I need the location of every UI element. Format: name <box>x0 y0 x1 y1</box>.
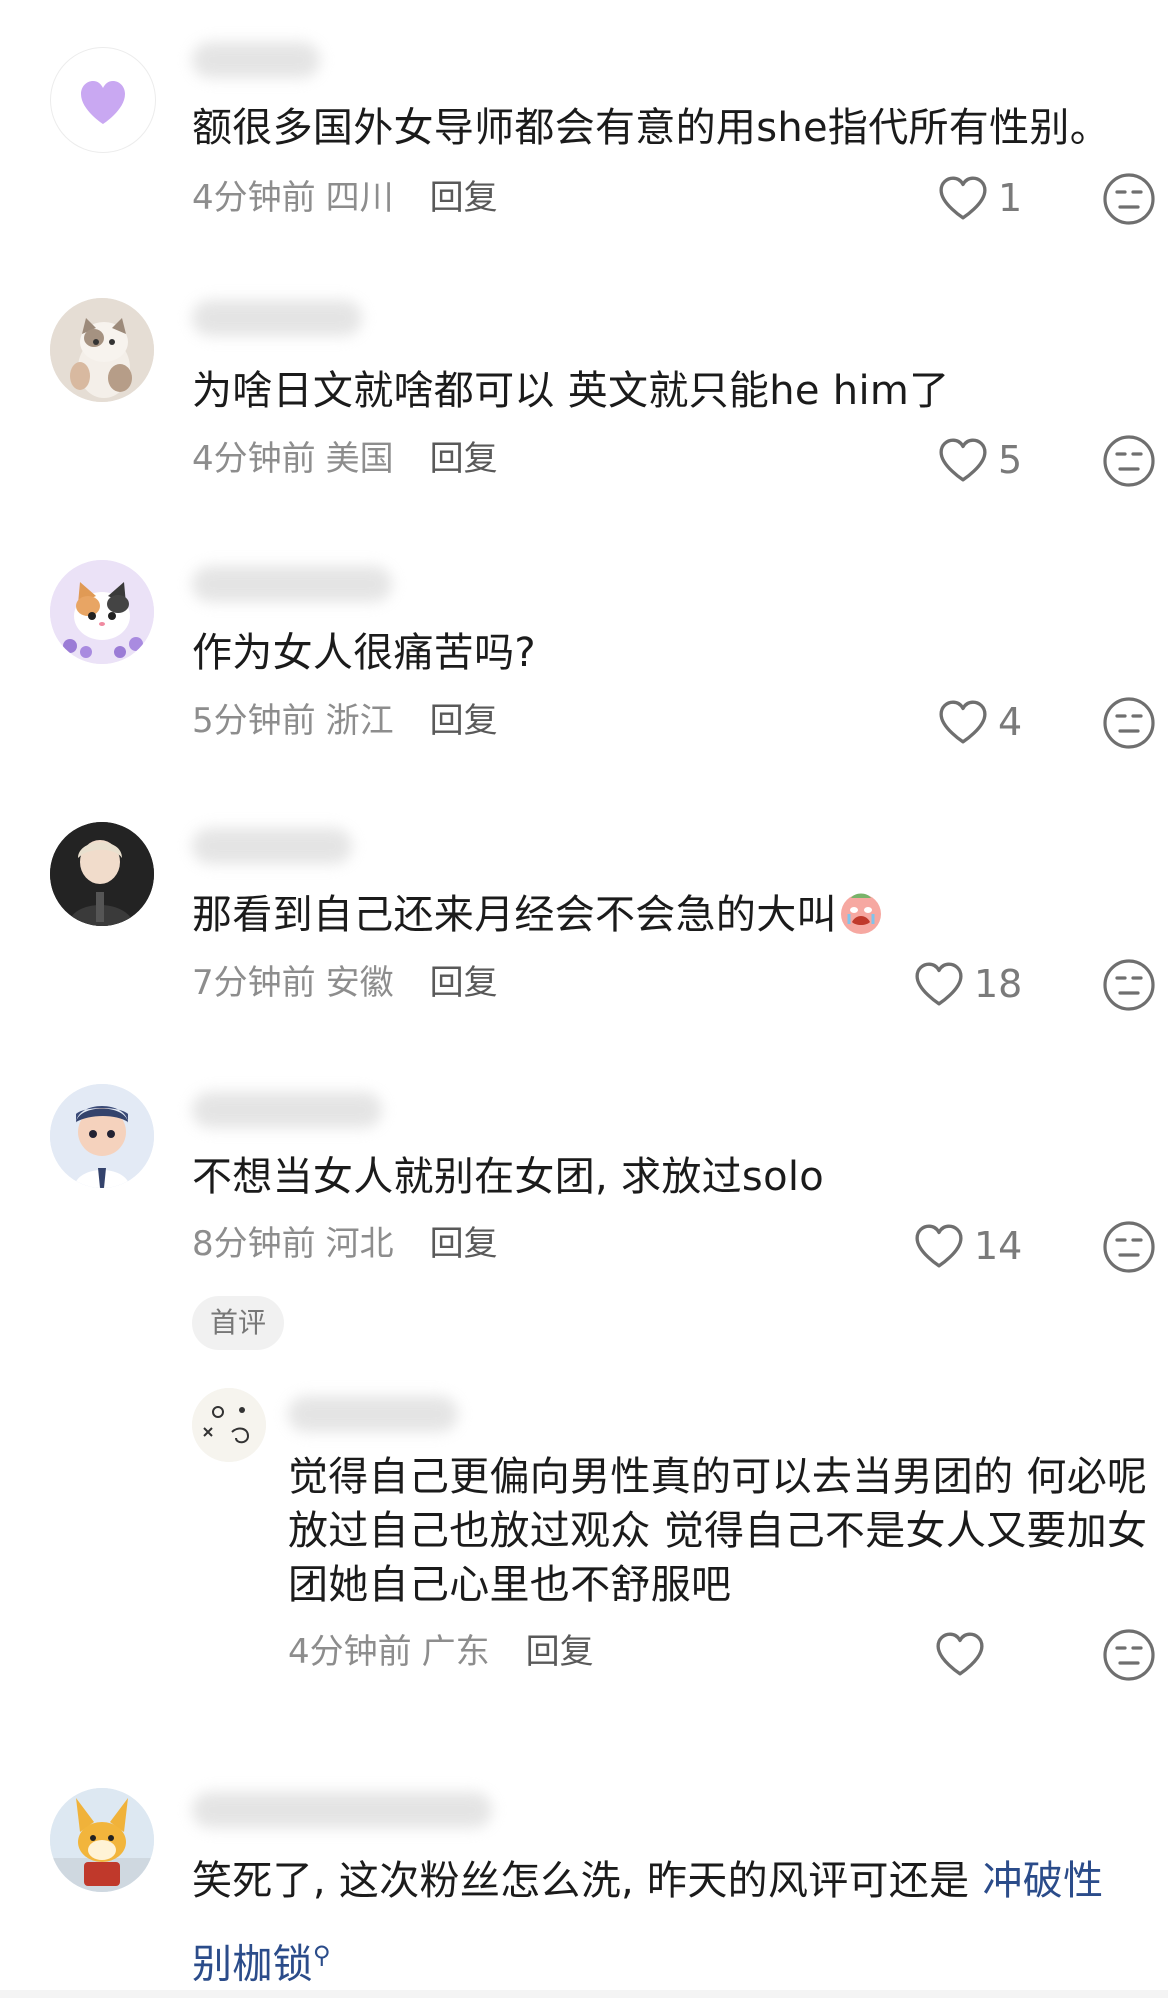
comment-text: 额很多国外女导师都会有意的用she指代所有性别。 <box>192 105 1110 151</box>
comment-location: 河北 <box>325 1224 394 1264</box>
username-blurred[interactable] <box>192 1792 492 1828</box>
comment-meta: 5分钟前 浙江 回复 <box>192 699 498 743</box>
username-blurred[interactable] <box>192 828 352 864</box>
crying-face-emoji <box>840 893 881 934</box>
comment-location: 广东 <box>421 1632 490 1672</box>
username-blurred[interactable] <box>192 300 362 336</box>
person-photo-avatar[interactable] <box>50 822 154 926</box>
comment-location: 安徽 <box>325 963 394 1003</box>
reply-button[interactable]: 回复 <box>430 439 498 479</box>
heart-icon <box>938 175 988 221</box>
cartoon-fox-avatar[interactable] <box>50 1788 154 1892</box>
purple-heart-avatar[interactable] <box>50 47 156 153</box>
comment-time: 7分钟前 <box>192 963 316 1003</box>
heart-icon <box>938 699 988 745</box>
comment-text: 作为女人很痛苦吗? <box>192 630 536 676</box>
comment-text: 不想当女人就别在女团, 求放过solo <box>192 1154 825 1200</box>
username-blurred[interactable] <box>192 1092 382 1128</box>
comment-meta: 4分钟前 美国 回复 <box>192 437 498 481</box>
doodle-avatar[interactable] <box>192 1388 266 1462</box>
comment-location: 四川 <box>325 178 394 218</box>
dislike-icon[interactable] <box>1102 434 1156 488</box>
like-count: 18 <box>974 962 1023 1006</box>
heart-icon <box>914 1223 964 1269</box>
comment-time: 8分钟前 <box>192 1224 316 1264</box>
comment-meta: 8分钟前 河北 回复 <box>192 1222 498 1266</box>
username-blurred[interactable] <box>192 42 320 78</box>
reply-button[interactable]: 回复 <box>430 701 498 741</box>
cat-photo-avatar[interactable] <box>50 298 154 402</box>
comment-text-content: 那看到自己还来月经会不会急的大叫 <box>192 892 837 938</box>
heart-icon <box>914 961 964 1007</box>
dislike-icon[interactable] <box>1102 1220 1156 1274</box>
heart-icon <box>938 437 988 483</box>
comment-meta: 7分钟前 安徽 回复 <box>192 961 498 1005</box>
comment-time: 5分钟前 <box>192 701 316 741</box>
calico-cat-avatar[interactable] <box>50 560 154 664</box>
comment-location: 浙江 <box>325 701 394 741</box>
like-count: 14 <box>974 1224 1023 1268</box>
reply-button[interactable]: 回复 <box>430 963 498 1003</box>
first-comment-badge: 首评 <box>192 1296 285 1350</box>
comment-time: 4分钟前 <box>192 439 316 479</box>
like-button[interactable]: 4 <box>938 692 1022 752</box>
search-icon[interactable]: ⚲ <box>313 1941 331 1969</box>
cartoon-boy-avatar[interactable] <box>50 1084 154 1188</box>
comment-meta: 4分钟前 四川 回复 <box>192 176 498 220</box>
username-blurred[interactable] <box>192 566 392 602</box>
comment-time: 4分钟前 <box>288 1632 412 1672</box>
comment-text: 笑死了, 这次粉丝怎么洗, 昨天的风评可还是 冲破性别枷锁⚲ <box>192 1844 1132 2001</box>
dislike-icon[interactable] <box>1102 696 1156 750</box>
reply-button[interactable]: 回复 <box>526 1632 594 1672</box>
dislike-icon[interactable] <box>1102 958 1156 1012</box>
comment-text: 那看到自己还来月经会不会急的大叫 <box>192 888 1152 942</box>
comment-location: 美国 <box>325 439 394 479</box>
like-button[interactable]: 14 <box>914 1216 1022 1276</box>
heart-icon <box>935 1631 985 1677</box>
like-button[interactable]: 5 <box>938 430 1022 490</box>
bottom-divider <box>0 1990 1168 1998</box>
reply-text: 觉得自己更偏向男性真的可以去当男团的 何必呢 放过自己也放过观众 觉得自己不是女… <box>288 1454 1148 1608</box>
dislike-icon[interactable] <box>1102 172 1156 226</box>
comment-text: 为啥日文就啥都可以 英文就只能he him了 <box>192 368 950 414</box>
like-button[interactable]: 18 <box>914 954 1022 1014</box>
dislike-icon[interactable] <box>1102 1628 1156 1682</box>
like-button[interactable]: 1 <box>938 168 1022 228</box>
reply-button[interactable]: 回复 <box>430 178 498 218</box>
comment-meta: 4分钟前 广东 回复 <box>288 1630 594 1674</box>
comment-time: 4分钟前 <box>192 178 316 218</box>
like-count: 1 <box>998 176 1023 220</box>
like-button[interactable] <box>935 1624 985 1684</box>
reply-button[interactable]: 回复 <box>430 1224 498 1264</box>
comment-text-content: 笑死了, 这次粉丝怎么洗, 昨天的风评可还是 <box>192 1858 983 1904</box>
username-blurred[interactable] <box>288 1396 458 1432</box>
like-count: 4 <box>998 700 1023 744</box>
like-count: 5 <box>998 438 1023 482</box>
